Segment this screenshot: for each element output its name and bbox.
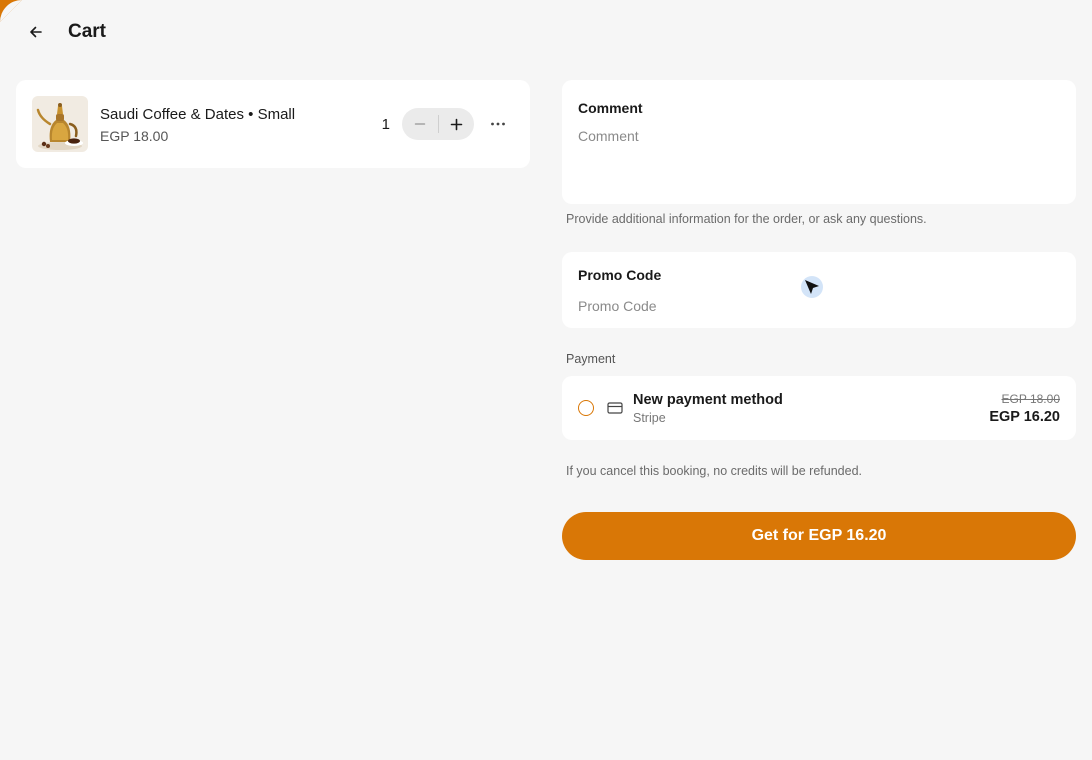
decrement-button[interactable] bbox=[402, 108, 438, 140]
promo-code-input[interactable] bbox=[578, 297, 1060, 315]
promo-card: Promo Code bbox=[562, 252, 1076, 328]
comment-input[interactable] bbox=[578, 128, 1060, 188]
payment-provider: Stripe bbox=[633, 410, 666, 425]
more-options-button[interactable] bbox=[482, 108, 514, 140]
page-header: Cart bbox=[24, 14, 106, 50]
credit-card-icon bbox=[607, 401, 623, 415]
payment-section-label: Payment bbox=[566, 352, 616, 366]
arrow-left-icon bbox=[30, 26, 42, 38]
minus-icon bbox=[414, 123, 425, 125]
payment-method-option[interactable]: New payment method Stripe EGP 18.00 EGP … bbox=[562, 376, 1076, 440]
item-quantity: 1 bbox=[381, 115, 390, 133]
original-price: EGP 18.00 bbox=[1001, 391, 1061, 406]
payment-method-name: New payment method bbox=[633, 391, 783, 408]
back-button[interactable] bbox=[24, 20, 48, 44]
comment-label: Comment bbox=[578, 100, 643, 116]
product-image[interactable] bbox=[32, 96, 88, 152]
item-info: Saudi Coffee & Dates • Small EGP 18.00 bbox=[100, 105, 382, 144]
coffee-pot-image bbox=[32, 96, 88, 152]
increment-button[interactable] bbox=[438, 108, 474, 140]
comment-helper-text: Provide additional information for the o… bbox=[566, 212, 927, 226]
item-name: Saudi Coffee & Dates • Small bbox=[100, 105, 296, 123]
checkout-button[interactable]: Get for EGP 16.20 bbox=[562, 512, 1076, 560]
quantity-stepper bbox=[402, 108, 474, 140]
plus-icon bbox=[450, 118, 463, 130]
cart-item: Saudi Coffee & Dates • Small EGP 18.00 1 bbox=[16, 80, 530, 168]
item-price: EGP 18.00 bbox=[100, 127, 169, 144]
price-block: EGP 18.00 EGP 16.20 bbox=[989, 392, 1060, 425]
comment-card: Comment bbox=[562, 80, 1076, 204]
ellipsis-icon bbox=[491, 122, 505, 126]
payment-radio[interactable] bbox=[578, 400, 594, 416]
promo-label: Promo Code bbox=[578, 267, 662, 283]
corner-accent bbox=[0, 0, 22, 22]
final-price: EGP 16.20 bbox=[989, 408, 1060, 425]
page-title: Cart bbox=[68, 21, 107, 42]
refund-notice: If you cancel this booking, no credits w… bbox=[566, 464, 863, 478]
payment-method-info: New payment method Stripe bbox=[633, 392, 989, 425]
